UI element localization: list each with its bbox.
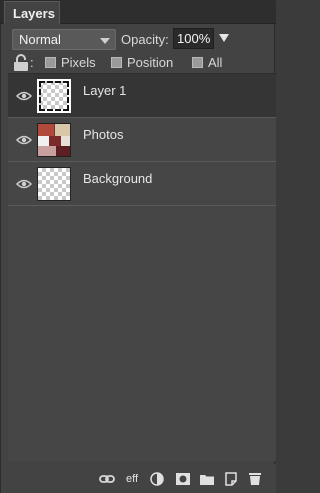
lock-pixels-label: Pixels [61, 55, 96, 70]
layer-thumbnail [37, 123, 71, 157]
layer-thumbnail [37, 79, 71, 113]
blend-mode-value: Normal [19, 32, 61, 47]
opacity-dropdown-icon[interactable] [219, 34, 229, 42]
lock-label: : [30, 55, 34, 70]
lock-position-label: Position [127, 55, 174, 70]
mask-icon[interactable] [175, 472, 191, 486]
effects-icon[interactable]: eff [126, 473, 138, 485]
lock-icon [14, 54, 28, 71]
eye-icon[interactable] [16, 179, 32, 189]
eye-icon[interactable] [16, 91, 32, 101]
tab-bar: Layers [1, 1, 276, 24]
lock-all-label: All [208, 55, 223, 70]
folder-icon[interactable] [199, 472, 215, 486]
lock-position-checkbox[interactable] [111, 57, 122, 68]
layer-name: Layer 1 [83, 83, 127, 98]
blend-mode-select[interactable]: Normal [12, 29, 116, 50]
lock-pixels-checkbox[interactable] [45, 57, 56, 68]
layer-list: Layer 1 Photos Background [8, 73, 276, 461]
layer-row-layer-1[interactable]: Layer 1 [8, 74, 276, 118]
trash-icon[interactable] [247, 472, 263, 486]
tab-layers[interactable]: Layers [4, 1, 60, 24]
layer-thumbnail [37, 167, 71, 201]
eye-icon[interactable] [16, 135, 32, 145]
opacity-label: Opacity: [121, 32, 169, 47]
layer-name: Background [83, 171, 153, 186]
new-layer-icon[interactable] [223, 472, 239, 486]
layers-panel: Layers Normal Opacity: 100% : Pixels Pos… [0, 0, 276, 493]
layer-row-photos[interactable]: Photos [8, 118, 276, 162]
chevron-down-icon [100, 38, 110, 44]
layers-footer-toolbar: eff [1, 464, 276, 493]
layer-row-background[interactable]: Background [8, 162, 276, 206]
adjustment-icon[interactable] [149, 472, 165, 486]
lock-all-checkbox[interactable] [192, 57, 203, 68]
link-icon[interactable] [99, 472, 115, 486]
opacity-input[interactable]: 100% [173, 28, 214, 49]
layer-name: Photos [83, 127, 124, 142]
